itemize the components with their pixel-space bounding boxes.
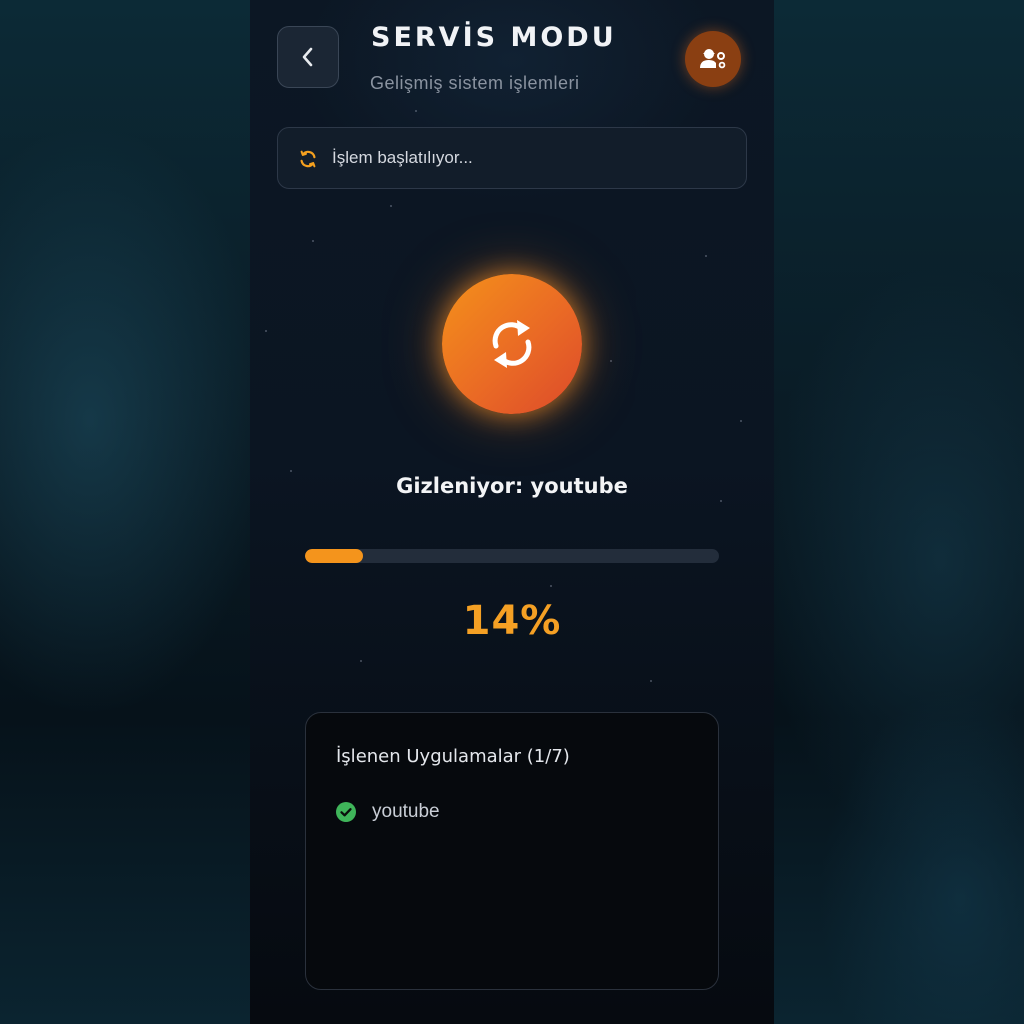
list-item: youtube [336,801,440,823]
star-decoration [312,240,314,242]
status-text: İşlem başlatılıyor... [332,148,473,167]
processed-apps-card: İşlenen Uygulamalar (1/7) youtube [305,712,719,990]
chevron-left-icon [302,47,313,67]
page-subtitle: Gelişmiş sistem işlemleri [370,73,580,93]
status-bar: İşlem başlatılıyor... [277,127,747,189]
star-decoration [390,205,392,207]
back-button[interactable] [277,26,339,88]
star-decoration [360,660,362,662]
star-decoration [290,470,292,472]
sync-icon [300,150,316,168]
star-decoration [415,110,417,112]
check-circle-icon [336,802,356,822]
processed-apps-title: İşlenen Uygulamalar (1/7) [336,746,570,767]
sync-icon [492,320,532,368]
star-decoration [720,500,722,502]
current-task-label: Gizleniyor: youtube [396,474,628,498]
progress-percent: 14% [462,598,562,644]
star-decoration [740,420,742,422]
progress-bar [305,549,719,563]
progress-fill [305,549,363,563]
star-decoration [610,360,612,362]
service-mode-screen: SERVİS MODU Gelişmiş sistem işlemleri İş… [250,0,774,1024]
page-title: SERVİS MODU [371,22,617,53]
star-decoration [705,255,707,257]
processing-orb [442,274,582,414]
star-decoration [650,680,652,682]
app-name: youtube [372,801,440,822]
star-decoration [550,585,552,587]
star-decoration [265,330,267,332]
service-user-button[interactable] [685,31,741,87]
user-gear-icon [700,49,726,69]
